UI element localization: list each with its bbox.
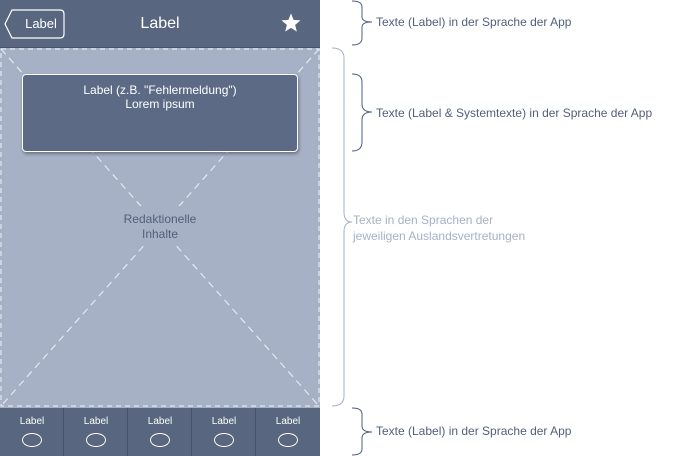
nav-bar-brace <box>351 0 373 46</box>
annotation-braces <box>331 0 373 456</box>
content-annotation-line-1: Texte in den Sprachen der <box>353 213 494 227</box>
tab-bar-annotation: Texte (Label) in der Sprache der App <box>376 424 572 438</box>
tab-bar-brace <box>351 407 373 456</box>
content-brace <box>331 47 353 407</box>
nav-bar-annotation: Texte (Label) in der Sprache der App <box>376 15 572 29</box>
content-annotation-line-2: jeweiligen Auslandsvertretungen <box>353 229 526 243</box>
alert-brace <box>351 73 373 152</box>
alert-annotation: Texte (Label & Systemtexte) in der Sprac… <box>376 106 653 120</box>
